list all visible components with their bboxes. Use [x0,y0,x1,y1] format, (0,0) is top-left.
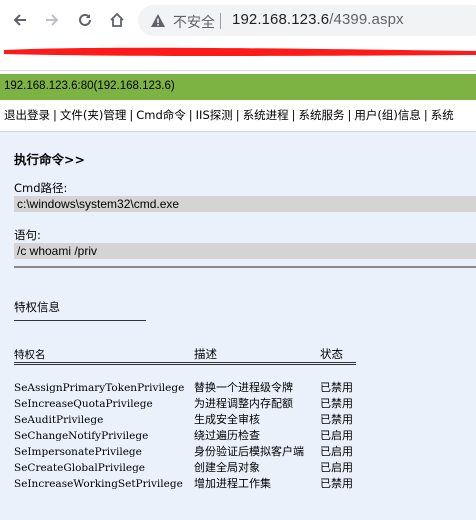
menu-users[interactable]: 用户(组)信息 [354,100,420,130]
menu-cmd[interactable]: Cmd命令 [136,100,186,130]
table-row: SeImpersonatePrivilege 身份验证后模拟客户端 已启用 [14,444,356,460]
menu-separator: | [129,108,134,122]
privilege-description: 身份验证后模拟客户端 [194,444,304,458]
privilege-name: SeIncreaseQuotaPrivilege [14,397,153,410]
privilege-name: SeChangeNotifyPrivilege [14,429,149,442]
statement-label: 语句: [14,228,41,242]
menu-logout[interactable]: 退出登录 [4,100,50,130]
menu-separator: | [291,108,296,122]
privilege-status: 已禁用 [320,380,353,394]
arrow-left-icon [13,14,26,26]
privileges-table: 特权名 描述 状态 SeAssignPrimaryTokenPrivilege … [14,346,356,492]
menu-file-manager[interactable]: 文件(夹)管理 [60,100,126,130]
reload-button[interactable] [75,10,95,30]
url-host: 192.168.123.6 [232,11,330,28]
back-button[interactable] [10,10,30,30]
privilege-status: 已启用 [320,428,353,442]
privilege-name: SeAssignPrimaryTokenPrivilege [14,381,185,394]
home-button[interactable] [107,10,127,30]
forward-button[interactable] [42,10,62,30]
cmd-path-label: Cmd路径: [14,181,68,195]
privilege-description: 生成安全审核 [194,412,260,426]
table-row: SeIncreaseQuotaPrivilege 为进程调整内存配额 已禁用 [14,396,356,412]
insecure-label[interactable]: 不安全 [173,12,215,32]
main-content: 执行命令>> Cmd路径: c:\windows\system32\cmd.ex… [0,131,476,520]
privilege-name: SeImpersonatePrivilege [14,445,142,458]
home-icon [110,12,124,27]
menu-services[interactable]: 系统服务 [299,100,345,130]
top-menu: 退出登录 | 文件(夹)管理 | Cmd命令 | IIS探测 | 系统进程 | 系统服务 | 用户(组)… [0,100,476,130]
arrow-right-icon [46,14,59,26]
header-status: 状态 [320,347,343,361]
menu-system[interactable]: 系统 [431,100,454,130]
host-bar: 192.168.123.6:80(192.168.123.6) [0,74,476,100]
menu-separator: | [188,108,193,122]
privilege-status: 已启用 [320,460,353,474]
menu-separator: | [235,108,240,122]
menu-processes[interactable]: 系统进程 [243,100,289,130]
privilege-name: SeAuditPrivilege [14,413,104,426]
privilege-description: 增加进程工作集 [194,476,271,490]
url-text[interactable]: 192.168.123.6/4399.aspx [232,11,404,28]
table-header-row: 特权名 描述 状态 [14,346,356,364]
reload-icon [79,13,91,26]
divider [14,266,476,268]
privilege-description: 替换一个进程级令牌 [194,380,293,394]
page-title: 执行命令>> [14,152,85,167]
address-bar[interactable]: 不安全 192.168.123.6/4399.aspx [138,5,476,36]
privilege-status: 已启用 [320,444,353,458]
privilege-status: 已禁用 [320,396,353,410]
header-double-rule [14,362,356,380]
browser-toolbar: 不安全 192.168.123.6/4399.aspx [0,0,476,40]
privilege-name: SeCreateGlobalPrivilege [14,461,146,474]
header-privilege-name: 特权名 [14,348,46,361]
menu-separator: | [347,108,352,122]
redaction-mark [4,47,476,56]
menu-iis[interactable]: IIS探测 [196,100,233,130]
url-path: /4399.aspx [329,11,404,28]
privilege-description: 为进程调整内存配额 [194,396,293,410]
menu-separator: | [53,108,57,122]
host-text: 192.168.123.6:80(192.168.123.6) [4,80,175,92]
header-description: 描述 [194,347,217,361]
warning-icon[interactable] [150,13,166,29]
privilege-status: 已禁用 [320,412,353,426]
privilege-description: 绕过遍历检查 [194,428,260,442]
table-row: SeChangeNotifyPrivilege 绕过遍历检查 已启用 [14,428,356,444]
privilege-status: 已禁用 [320,476,353,490]
table-row: SeIncreaseWorkingSetPrivilege 增加进程工作集 已禁… [14,476,356,492]
privileges-title: 特权信息 [14,300,60,314]
separator [220,13,221,29]
statement-input[interactable]: /c whoami /priv [14,243,476,259]
table-row: SeAuditPrivilege 生成安全审核 已禁用 [14,412,356,428]
privilege-description: 创建全局对象 [194,460,260,474]
privileges-underline [14,320,146,321]
privilege-name: SeIncreaseWorkingSetPrivilege [14,477,183,490]
cmd-path-input[interactable]: c:\windows\system32\cmd.exe [14,196,476,212]
table-row: SeCreateGlobalPrivilege 创建全局对象 已启用 [14,460,356,476]
menu-separator: | [423,108,428,122]
table-row: SeAssignPrimaryTokenPrivilege 替换一个进程级令牌 … [14,380,356,396]
